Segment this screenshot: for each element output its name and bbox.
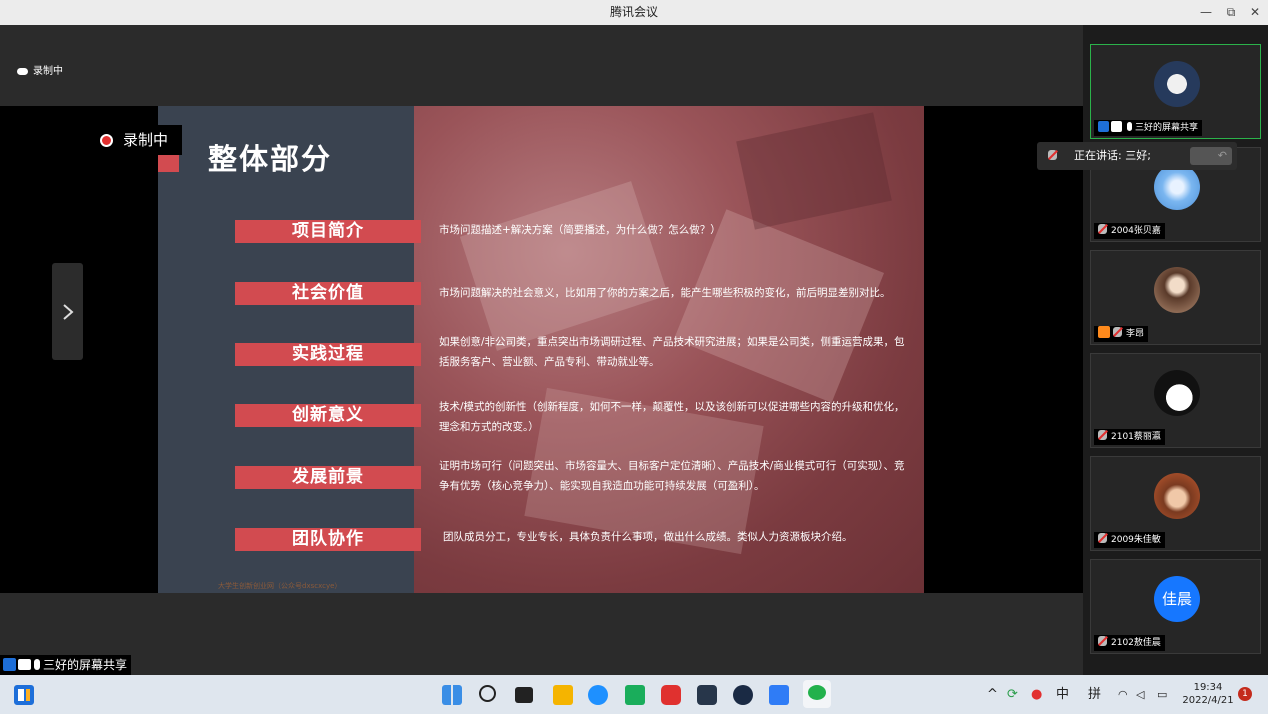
participant-name: 2102敖佳晨 [1111,638,1161,648]
row-label: 实践过程 [235,343,421,366]
back-arrow-icon[interactable]: ↶ [1190,147,1232,165]
taskbar: ^ ⟳ ● 中 拼 ◠ ◁ ▭ 19:34 2022/4/21 1 [0,675,1268,714]
file-explorer-icon[interactable] [553,685,573,705]
restore-button[interactable]: ⧉ [1219,0,1243,25]
avatar [1154,473,1200,519]
participant-name-tag: 三好的屏幕共享 [1094,120,1203,136]
participant-tile[interactable]: 三好的屏幕共享 [1090,44,1261,139]
title-bar: 腾讯会议 — ⧉ ✕ [0,0,1268,25]
screen-share-icon [1111,121,1122,132]
screen-share-tag: 三好的屏幕共享 [0,655,132,675]
mic-icon [1127,122,1132,131]
start-menu-icon[interactable] [442,685,462,705]
row-label: 创新意义 [235,404,421,427]
speaking-label: 正在讲话: 三好; [1074,149,1151,162]
row-desc: 市场问题解决的社会意义，比如用了你的方案之后，能产生哪些积极的变化，前后明显差别… [439,287,891,299]
steam-icon[interactable] [733,685,753,705]
mic-muted-icon [1098,430,1107,440]
mic-icon [34,659,40,670]
edge-browser-icon[interactable] [588,685,608,705]
row-label: 项目简介 [235,220,421,243]
row-label: 发展前景 [235,466,421,489]
row-desc: 证明市场可行（问题突出、市场容量大、目标客户定位清晰）、产品技术/商业模式可行（… [439,460,905,492]
row-desc: 市场问题描述+解决方案（简要播述，为什么做？怎么做？） [439,224,721,236]
mic-tray-icon[interactable]: ● [1031,675,1042,714]
next-page-button[interactable] [52,263,83,360]
shared-screen-area: 录制中 整体部分 项目简介 市场问题描述+解决方案（简要播述，为什么做？怎么做？… [0,25,1083,675]
participant-name: 2101蔡丽瀛 [1111,432,1161,442]
avatar [1154,267,1200,313]
mic-muted-icon [1098,636,1107,646]
user-icon [1098,326,1110,338]
screen-share-icon [18,659,31,670]
participant-name-tag: 李昂 [1094,326,1149,342]
participant-name: 2009朱佳敏 [1111,535,1161,545]
participant-name-tag: 2004张贝嘉 [1094,223,1165,239]
wechat-taskbar-button[interactable] [803,680,831,708]
share-tag-label: 三好的屏幕共享 [43,658,128,672]
recording-badge: 录制中 [96,125,182,155]
participant-tile[interactable]: 李昂 [1090,250,1261,345]
mic-muted-icon [1048,150,1057,160]
mic-muted-icon [1098,533,1107,543]
netease-music-icon[interactable] [661,685,681,705]
participant-name: 李昂 [1126,329,1145,339]
cloud-icon [17,67,28,75]
mic-muted-icon [1113,327,1122,337]
row-desc: 团队成员分工，专业专长，具体负责什么事项，做出什么成绩。类似人力资源板块介绍。 [443,531,853,543]
tencent-meeting-taskbar-icon[interactable] [14,685,34,705]
ime-name[interactable]: 拼 [1088,675,1101,714]
avatar [1154,164,1200,210]
wifi-icon[interactable]: ◠ [1118,675,1128,714]
volume-icon[interactable]: ◁ [1136,675,1144,714]
mic-muted-icon [1098,224,1107,234]
task-view-icon[interactable] [515,687,533,703]
store-icon[interactable] [625,685,645,705]
user-icon [1098,121,1109,132]
close-button[interactable]: ✕ [1243,0,1267,25]
participant-name-tag: 2101蔡丽瀛 [1094,429,1165,445]
notification-badge[interactable]: 1 [1238,687,1252,701]
ime-mode[interactable]: 中 [1056,675,1069,714]
participant-name: 2004张贝嘉 [1111,226,1161,236]
tray-expand-icon[interactable]: ^ [987,675,998,714]
row-desc: 技术/模式的创新性（创新程度，如何不一样，颠覆性，以及该创新可以促进哪些内容的升… [439,401,905,433]
slide-watermark: 大学生创新创业网（公众号dxscxcye） [218,582,342,590]
row-label: 社会价值 [235,282,421,305]
clock-date: 2022/4/21 [1182,695,1234,706]
participant-tile[interactable]: 2009朱佳敏 [1090,456,1261,551]
sync-icon[interactable]: ⟳ [1007,675,1018,714]
minimize-button[interactable]: — [1194,0,1218,25]
avatar: 佳晨 [1154,576,1200,622]
slide-stage: 整体部分 项目简介 市场问题描述+解决方案（简要播述，为什么做？怎么做？） 社会… [0,106,1083,593]
avatar [1154,61,1200,107]
battery-icon[interactable]: ▭ [1157,675,1167,714]
search-icon[interactable] [479,685,496,702]
recording-badge-label: 录制中 [123,131,169,149]
row-label: 团队协作 [235,528,421,551]
participant-name-tag: 2009朱佳敏 [1094,532,1165,548]
participant-tile[interactable]: 2101蔡丽瀛 [1090,353,1261,448]
chevron-right-icon [63,304,74,320]
participant-tile[interactable]: 佳晨 2102敖佳晨 [1090,559,1261,654]
participant-list: 三好的屏幕共享 2004张贝嘉 李昂 2101蔡丽瀛 2009朱佳敏 佳晨 21… [1083,25,1268,675]
wechat-icon [808,685,826,700]
avatar [1154,370,1200,416]
window-title: 腾讯会议 [609,5,658,19]
clock[interactable]: 19:34 2022/4/21 [1180,681,1236,707]
row-desc: 如果创意/非公司类，重点突出市场调研过程、产品技术研究进展；如果是公司类，侧重运… [439,336,905,368]
record-dot-icon [100,134,113,147]
recording-label: 录制中 [33,66,63,77]
app-cube-icon[interactable] [697,685,717,705]
presentation-slide: 整体部分 项目简介 市场问题描述+解决方案（简要播述，为什么做？怎么做？） 社会… [158,106,924,593]
slide-title: 整体部分 [208,142,333,176]
speaking-indicator: 正在讲话: 三好; ↶ [1037,142,1237,170]
participant-name: 三好的屏幕共享 [1135,123,1199,133]
participant-name-tag: 2102敖佳晨 [1094,635,1165,651]
user-icon [3,658,16,671]
photos-icon[interactable] [769,685,789,705]
recording-indicator[interactable]: 录制中 [17,62,63,77]
clock-time: 19:34 [1193,682,1223,693]
